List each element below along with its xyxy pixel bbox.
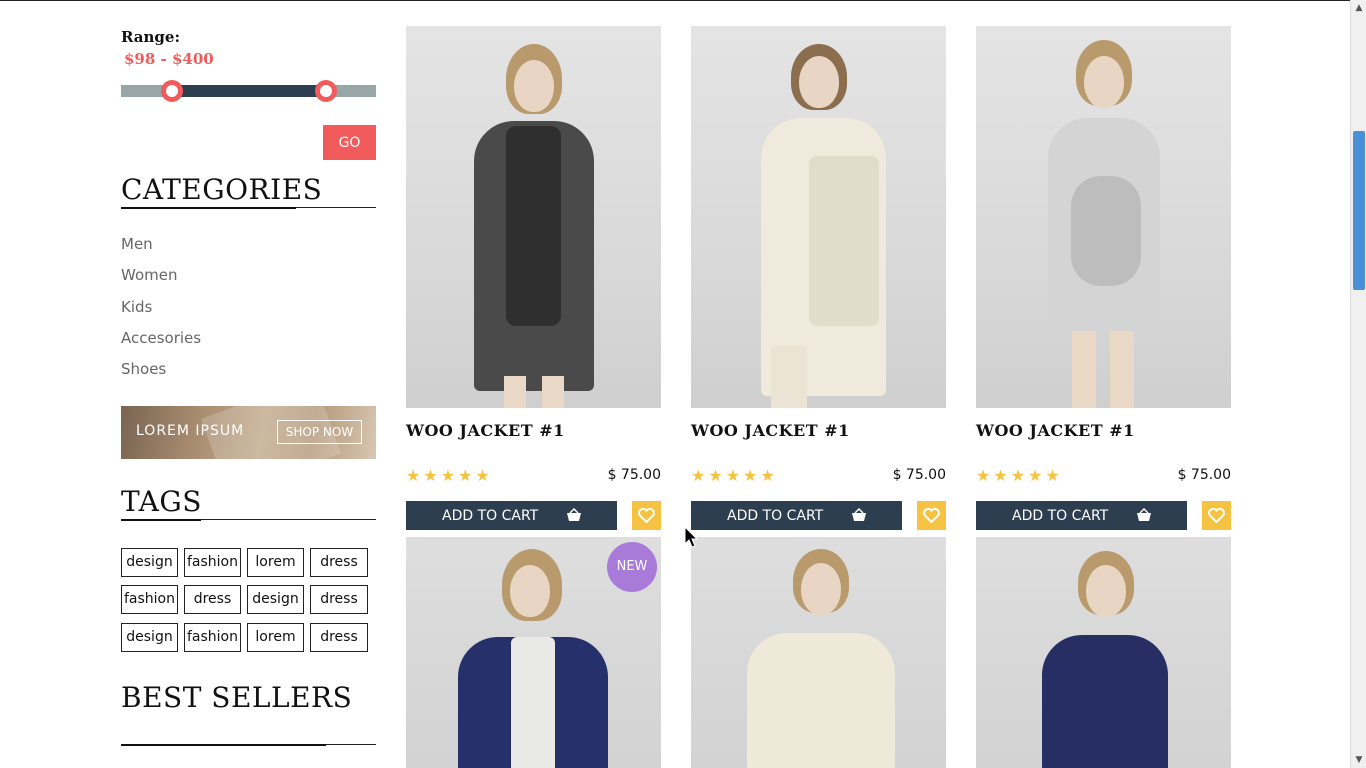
tag-fashion[interactable]: fashion bbox=[121, 585, 178, 614]
product-image[interactable] bbox=[691, 537, 946, 768]
basket-icon bbox=[567, 508, 581, 521]
product-card bbox=[976, 537, 1231, 768]
sidebar: Range: $98 - $400 GO CATEGORIES Men Wome… bbox=[121, 0, 376, 768]
tag-dress[interactable]: dress bbox=[184, 585, 241, 614]
go-button[interactable]: GO bbox=[323, 125, 376, 160]
product-price: $ 75.00 bbox=[892, 467, 946, 483]
mouse-cursor bbox=[684, 526, 698, 548]
promo-banner[interactable]: LOREM IPSUM SHOP NOW bbox=[121, 406, 376, 459]
product-title[interactable]: WOO JACKET #1 bbox=[691, 421, 850, 440]
tag-lorem[interactable]: lorem bbox=[247, 548, 304, 577]
heading-underline bbox=[121, 207, 296, 209]
tag-dress[interactable]: dress bbox=[310, 585, 368, 614]
categories-heading: CATEGORIES bbox=[121, 175, 376, 209]
scroll-up-arrow[interactable]: ▲ bbox=[1351, 0, 1366, 16]
tag-fashion[interactable]: fashion bbox=[184, 623, 241, 652]
tag-fashion[interactable]: fashion bbox=[184, 548, 241, 577]
heart-icon bbox=[638, 508, 655, 523]
category-item-shoes[interactable]: Shoes bbox=[121, 357, 201, 388]
shop-now-button[interactable]: SHOP NOW bbox=[277, 420, 362, 444]
product-card: WOO JACKET #1 ★★★★★ $ 75.00 ADD TO CART bbox=[976, 26, 1231, 530]
product-card: NEW bbox=[406, 537, 661, 768]
wishlist-button[interactable] bbox=[632, 501, 661, 530]
tag-lorem[interactable]: lorem bbox=[247, 623, 304, 652]
product-image[interactable] bbox=[976, 537, 1231, 768]
category-item-kids[interactable]: Kids bbox=[121, 295, 201, 326]
heart-icon bbox=[923, 508, 940, 523]
best-sellers-heading: BEST SELLERS bbox=[121, 682, 376, 746]
basket-icon bbox=[852, 508, 866, 521]
product-image[interactable] bbox=[976, 26, 1231, 408]
wishlist-button[interactable] bbox=[917, 501, 946, 530]
category-item-men[interactable]: Men bbox=[121, 232, 201, 263]
heading-underline bbox=[121, 744, 326, 746]
product-image[interactable] bbox=[406, 26, 661, 408]
category-item-accesories[interactable]: Accesories bbox=[121, 326, 201, 357]
product-card: WOO JACKET #1 ★★★★★ $ 75.00 ADD TO CART bbox=[691, 26, 946, 530]
heading-underline bbox=[121, 519, 201, 521]
tags-heading: TAGS bbox=[121, 487, 376, 521]
vertical-scrollbar[interactable]: ▲ ▼ bbox=[1350, 0, 1366, 768]
rating-stars: ★★★★★ bbox=[406, 466, 493, 485]
tag-dress[interactable]: dress bbox=[310, 548, 368, 577]
add-to-cart-button[interactable]: ADD TO CART bbox=[976, 501, 1187, 530]
add-to-cart-label: ADD TO CART bbox=[442, 507, 539, 524]
price-slider-selected-range bbox=[172, 85, 326, 97]
category-list: Men Women Kids Accesories Shoes bbox=[121, 232, 201, 388]
tag-design[interactable]: design bbox=[247, 585, 304, 614]
rating-stars: ★★★★★ bbox=[691, 466, 778, 485]
category-item-women[interactable]: Women bbox=[121, 263, 201, 294]
product-title[interactable]: WOO JACKET #1 bbox=[406, 421, 565, 440]
price-slider-min-handle[interactable] bbox=[161, 80, 183, 102]
tag-design[interactable]: design bbox=[121, 548, 178, 577]
product-title[interactable]: WOO JACKET #1 bbox=[976, 421, 1135, 440]
tag-dress[interactable]: dress bbox=[310, 623, 368, 652]
rating-stars: ★★★★★ bbox=[976, 466, 1063, 485]
product-card bbox=[691, 537, 946, 768]
basket-icon bbox=[1137, 508, 1151, 521]
add-to-cart-label: ADD TO CART bbox=[1012, 507, 1109, 524]
heart-icon bbox=[1208, 508, 1225, 523]
scroll-thumb[interactable] bbox=[1353, 131, 1365, 290]
banner-text: LOREM IPSUM bbox=[136, 423, 245, 439]
add-to-cart-button[interactable]: ADD TO CART bbox=[406, 501, 617, 530]
product-image[interactable] bbox=[691, 26, 946, 408]
add-to-cart-label: ADD TO CART bbox=[727, 507, 824, 524]
price-slider-max-handle[interactable] bbox=[315, 80, 337, 102]
product-price: $ 75.00 bbox=[607, 467, 661, 483]
tag-design[interactable]: design bbox=[121, 623, 178, 652]
new-badge: NEW bbox=[607, 542, 657, 592]
add-to-cart-button[interactable]: ADD TO CART bbox=[691, 501, 902, 530]
range-label: Range: bbox=[121, 28, 181, 46]
range-value: $98 - $400 bbox=[124, 50, 214, 68]
product-card: WOO JACKET #1 ★★★★★ $ 75.00 ADD TO CART bbox=[406, 26, 661, 530]
scroll-down-arrow[interactable]: ▼ bbox=[1351, 752, 1366, 768]
wishlist-button[interactable] bbox=[1202, 501, 1231, 530]
product-price: $ 75.00 bbox=[1177, 467, 1231, 483]
